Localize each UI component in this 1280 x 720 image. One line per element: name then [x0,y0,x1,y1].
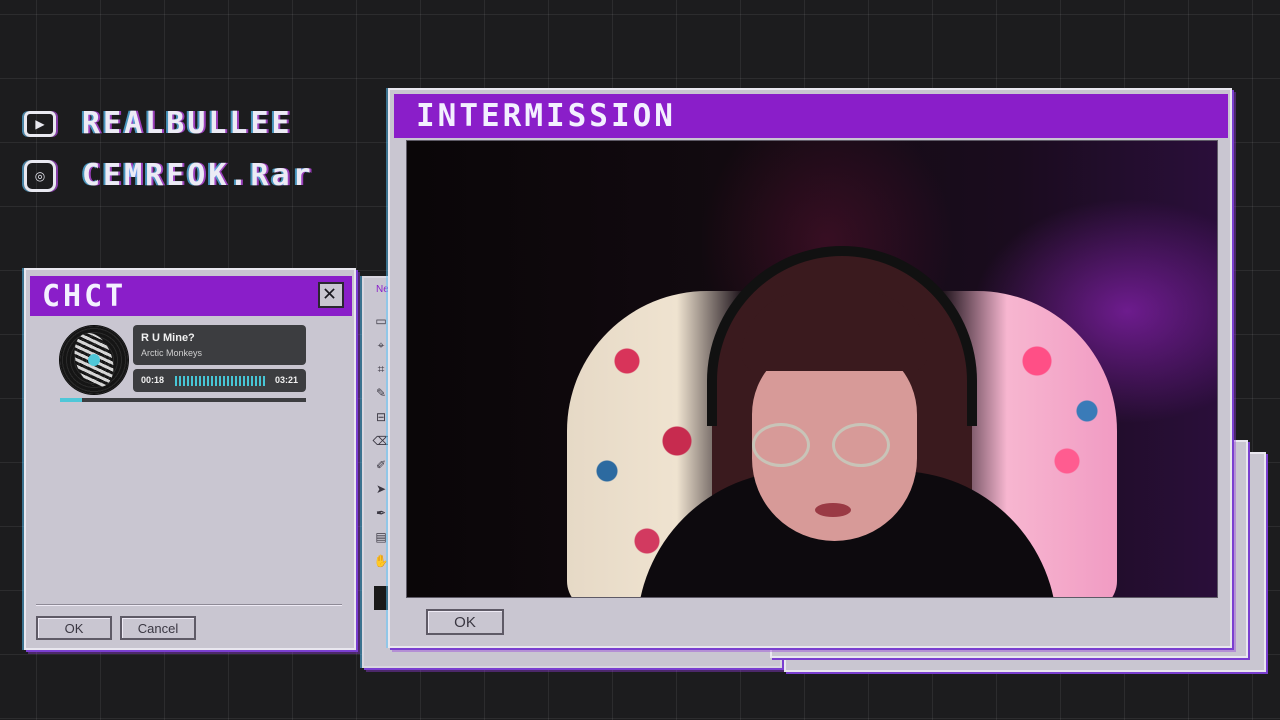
tool-window-label: Ne [376,284,389,295]
youtube-icon: ▶ [24,110,56,137]
headphones-icon [707,246,977,426]
chat-titlebar: CHCT ✕ [30,276,352,316]
chat-ok-button[interactable]: OK [36,616,112,640]
song-artist: Arctic Monkeys [141,348,203,358]
color-swatch[interactable] [374,586,388,610]
main-titlebar: INTERMISSION [394,94,1228,138]
glasses-left [752,423,810,467]
glasses-right [832,423,890,467]
waveform-icon [175,376,267,386]
instagram-icon: ◎ [24,159,56,192]
chat-divider [36,604,342,605]
person-mouth [815,503,851,517]
main-ok-button[interactable]: OK [426,609,504,635]
close-icon[interactable]: ✕ [318,282,344,308]
playback-card: 00:18 03:21 [133,369,306,392]
total-time: 03:21 [274,375,298,385]
youtube-social: ▶ REALBULLEE [24,106,293,141]
vinyl-record-icon [60,326,128,394]
song-progress-bar[interactable] [60,398,306,402]
chat-title: CHCT [42,278,127,314]
elapsed-time: 00:18 [141,375,165,385]
song-title: R U Mine? [141,332,195,344]
youtube-handle: REALBULLEE [82,106,293,141]
chat-cancel-button[interactable]: Cancel [120,616,196,640]
song-progress-fill [60,398,83,402]
webcam-feed [406,140,1218,598]
vinyl-center [88,354,100,366]
instagram-social: ◎ CEMREOK.Rar [24,158,314,193]
instagram-handle: CEMREOK.Rar [82,158,314,193]
now-playing-card: R U Mine? Arctic Monkeys [133,325,306,365]
main-window: INTERMISSION OK [388,88,1232,648]
main-title: INTERMISSION [416,98,676,134]
